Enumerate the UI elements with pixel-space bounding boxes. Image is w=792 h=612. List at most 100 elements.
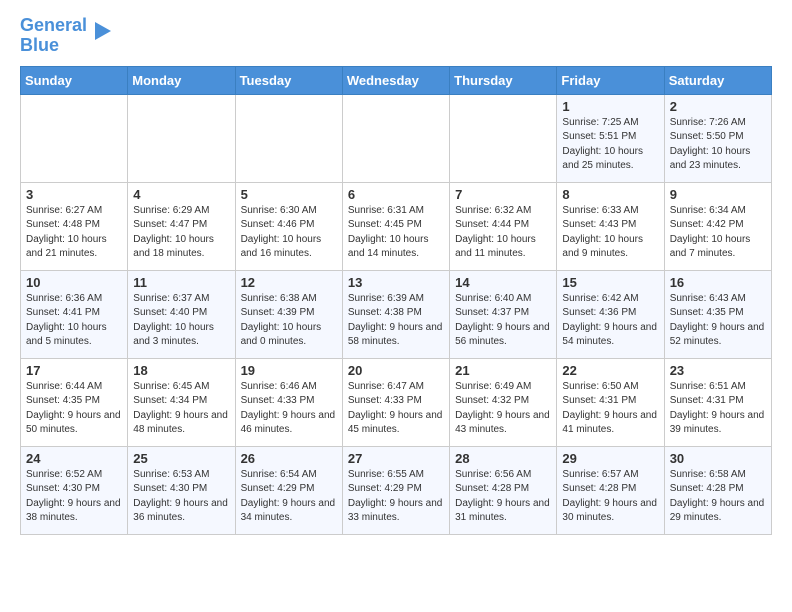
day-detail: Sunrise: 6:33 AM Sunset: 4:43 PM Dayligh… xyxy=(562,204,658,262)
calendar-cell: 28 Sunrise: 6:56 AM Sunset: 4:28 PM Dayli… xyxy=(450,446,557,534)
day-number: 21 xyxy=(455,363,551,378)
day-number: 20 xyxy=(348,363,444,378)
day-number: 27 xyxy=(348,451,444,466)
calendar-cell: 13 Sunrise: 6:39 AM Sunset: 4:38 PM Dayli… xyxy=(342,270,449,358)
day-detail: Sunrise: 6:37 AM Sunset: 4:40 PM Dayligh… xyxy=(133,292,229,350)
calendar-cell: 24 Sunrise: 6:52 AM Sunset: 4:30 PM Dayli… xyxy=(21,446,128,534)
day-number: 2 xyxy=(670,99,766,114)
calendar-cell: 21 Sunrise: 6:49 AM Sunset: 4:32 PM Dayli… xyxy=(450,358,557,446)
day-number: 19 xyxy=(241,363,337,378)
day-number: 8 xyxy=(562,187,658,202)
day-number: 13 xyxy=(348,275,444,290)
day-number: 14 xyxy=(455,275,551,290)
day-detail: Sunrise: 6:55 AM Sunset: 4:29 PM Dayligh… xyxy=(348,468,444,526)
calendar-cell: 18 Sunrise: 6:45 AM Sunset: 4:34 PM Dayli… xyxy=(128,358,235,446)
day-number: 28 xyxy=(455,451,551,466)
day-detail: Sunrise: 7:26 AM Sunset: 5:50 PM Dayligh… xyxy=(670,116,766,174)
logo-text: General Blue xyxy=(20,16,87,56)
day-detail: Sunrise: 6:53 AM Sunset: 4:30 PM Dayligh… xyxy=(133,468,229,526)
day-number: 4 xyxy=(133,187,229,202)
calendar-table: SundayMondayTuesdayWednesdayThursdayFrid… xyxy=(20,66,772,535)
day-detail: Sunrise: 6:36 AM Sunset: 4:41 PM Dayligh… xyxy=(26,292,122,350)
day-detail: Sunrise: 6:38 AM Sunset: 4:39 PM Dayligh… xyxy=(241,292,337,350)
day-number: 25 xyxy=(133,451,229,466)
calendar-cell: 4 Sunrise: 6:29 AM Sunset: 4:47 PM Daylig… xyxy=(128,182,235,270)
header-saturday: Saturday xyxy=(664,66,771,94)
day-detail: Sunrise: 6:30 AM Sunset: 4:46 PM Dayligh… xyxy=(241,204,337,262)
calendar-cell: 29 Sunrise: 6:57 AM Sunset: 4:28 PM Dayli… xyxy=(557,446,664,534)
header-tuesday: Tuesday xyxy=(235,66,342,94)
week-row-2: 3 Sunrise: 6:27 AM Sunset: 4:48 PM Daylig… xyxy=(21,182,772,270)
header-sunday: Sunday xyxy=(21,66,128,94)
day-number: 11 xyxy=(133,275,229,290)
calendar-cell: 10 Sunrise: 6:36 AM Sunset: 4:41 PM Dayli… xyxy=(21,270,128,358)
day-number: 17 xyxy=(26,363,122,378)
header-thursday: Thursday xyxy=(450,66,557,94)
day-number: 6 xyxy=(348,187,444,202)
day-detail: Sunrise: 6:47 AM Sunset: 4:33 PM Dayligh… xyxy=(348,380,444,438)
calendar-cell: 17 Sunrise: 6:44 AM Sunset: 4:35 PM Dayli… xyxy=(21,358,128,446)
day-detail: Sunrise: 6:29 AM Sunset: 4:47 PM Dayligh… xyxy=(133,204,229,262)
day-number: 22 xyxy=(562,363,658,378)
day-detail: Sunrise: 6:27 AM Sunset: 4:48 PM Dayligh… xyxy=(26,204,122,262)
week-row-4: 17 Sunrise: 6:44 AM Sunset: 4:35 PM Dayli… xyxy=(21,358,772,446)
calendar-cell: 11 Sunrise: 6:37 AM Sunset: 4:40 PM Dayli… xyxy=(128,270,235,358)
day-number: 30 xyxy=(670,451,766,466)
calendar-cell: 6Sunrise: 6:31 AM Sunset: 4:45 PM Daylig… xyxy=(342,182,449,270)
day-detail: Sunrise: 6:39 AM Sunset: 4:38 PM Dayligh… xyxy=(348,292,444,350)
calendar-cell: 3 Sunrise: 6:27 AM Sunset: 4:48 PM Daylig… xyxy=(21,182,128,270)
week-row-3: 10 Sunrise: 6:36 AM Sunset: 4:41 PM Dayli… xyxy=(21,270,772,358)
day-detail: Sunrise: 6:56 AM Sunset: 4:28 PM Dayligh… xyxy=(455,468,551,526)
day-number: 29 xyxy=(562,451,658,466)
calendar-cell: 27 Sunrise: 6:55 AM Sunset: 4:29 PM Dayli… xyxy=(342,446,449,534)
page-header: General Blue xyxy=(20,16,772,56)
day-detail: Sunrise: 6:32 AM Sunset: 4:44 PM Dayligh… xyxy=(455,204,551,262)
day-number: 12 xyxy=(241,275,337,290)
header-wednesday: Wednesday xyxy=(342,66,449,94)
day-detail: Sunrise: 6:58 AM Sunset: 4:28 PM Dayligh… xyxy=(670,468,766,526)
logo: General Blue xyxy=(20,16,113,56)
day-number: 10 xyxy=(26,275,122,290)
calendar-cell xyxy=(342,94,449,182)
calendar-cell: 16Sunrise: 6:43 AM Sunset: 4:35 PM Dayli… xyxy=(664,270,771,358)
day-detail: Sunrise: 6:49 AM Sunset: 4:32 PM Dayligh… xyxy=(455,380,551,438)
day-detail: Sunrise: 6:42 AM Sunset: 4:36 PM Dayligh… xyxy=(562,292,658,350)
day-number: 7 xyxy=(455,187,551,202)
header-monday: Monday xyxy=(128,66,235,94)
day-number: 23 xyxy=(670,363,766,378)
week-row-5: 24 Sunrise: 6:52 AM Sunset: 4:30 PM Dayli… xyxy=(21,446,772,534)
calendar-cell: 26Sunrise: 6:54 AM Sunset: 4:29 PM Dayli… xyxy=(235,446,342,534)
day-number: 18 xyxy=(133,363,229,378)
week-row-1: 1 Sunrise: 7:25 AM Sunset: 5:51 PM Daylig… xyxy=(21,94,772,182)
calendar-cell: 1 Sunrise: 7:25 AM Sunset: 5:51 PM Daylig… xyxy=(557,94,664,182)
day-detail: Sunrise: 7:25 AM Sunset: 5:51 PM Dayligh… xyxy=(562,116,658,174)
day-detail: Sunrise: 6:51 AM Sunset: 4:31 PM Dayligh… xyxy=(670,380,766,438)
calendar-cell: 22 Sunrise: 6:50 AM Sunset: 4:31 PM Dayli… xyxy=(557,358,664,446)
calendar-cell: 15 Sunrise: 6:42 AM Sunset: 4:36 PM Dayli… xyxy=(557,270,664,358)
day-number: 24 xyxy=(26,451,122,466)
calendar-cell: 20 Sunrise: 6:47 AM Sunset: 4:33 PM Dayli… xyxy=(342,358,449,446)
calendar-cell: 25 Sunrise: 6:53 AM Sunset: 4:30 PM Dayli… xyxy=(128,446,235,534)
day-detail: Sunrise: 6:52 AM Sunset: 4:30 PM Dayligh… xyxy=(26,468,122,526)
calendar-cell: 9Sunrise: 6:34 AM Sunset: 4:42 PM Daylig… xyxy=(664,182,771,270)
day-detail: Sunrise: 6:50 AM Sunset: 4:31 PM Dayligh… xyxy=(562,380,658,438)
calendar-cell: 12 Sunrise: 6:38 AM Sunset: 4:39 PM Dayli… xyxy=(235,270,342,358)
calendar-cell: 5Sunrise: 6:30 AM Sunset: 4:46 PM Daylig… xyxy=(235,182,342,270)
calendar-cell: 19Sunrise: 6:46 AM Sunset: 4:33 PM Dayli… xyxy=(235,358,342,446)
day-detail: Sunrise: 6:54 AM Sunset: 4:29 PM Dayligh… xyxy=(241,468,337,526)
day-number: 15 xyxy=(562,275,658,290)
calendar-header-row: SundayMondayTuesdayWednesdayThursdayFrid… xyxy=(21,66,772,94)
calendar-cell: 23 Sunrise: 6:51 AM Sunset: 4:31 PM Dayli… xyxy=(664,358,771,446)
day-number: 16 xyxy=(670,275,766,290)
day-number: 3 xyxy=(26,187,122,202)
calendar-cell xyxy=(235,94,342,182)
header-friday: Friday xyxy=(557,66,664,94)
calendar-cell xyxy=(21,94,128,182)
day-detail: Sunrise: 6:44 AM Sunset: 4:35 PM Dayligh… xyxy=(26,380,122,438)
calendar-cell: 14Sunrise: 6:40 AM Sunset: 4:37 PM Dayli… xyxy=(450,270,557,358)
day-detail: Sunrise: 6:45 AM Sunset: 4:34 PM Dayligh… xyxy=(133,380,229,438)
calendar-cell xyxy=(128,94,235,182)
calendar-cell: 8 Sunrise: 6:33 AM Sunset: 4:43 PM Daylig… xyxy=(557,182,664,270)
day-detail: Sunrise: 6:57 AM Sunset: 4:28 PM Dayligh… xyxy=(562,468,658,526)
day-number: 1 xyxy=(562,99,658,114)
